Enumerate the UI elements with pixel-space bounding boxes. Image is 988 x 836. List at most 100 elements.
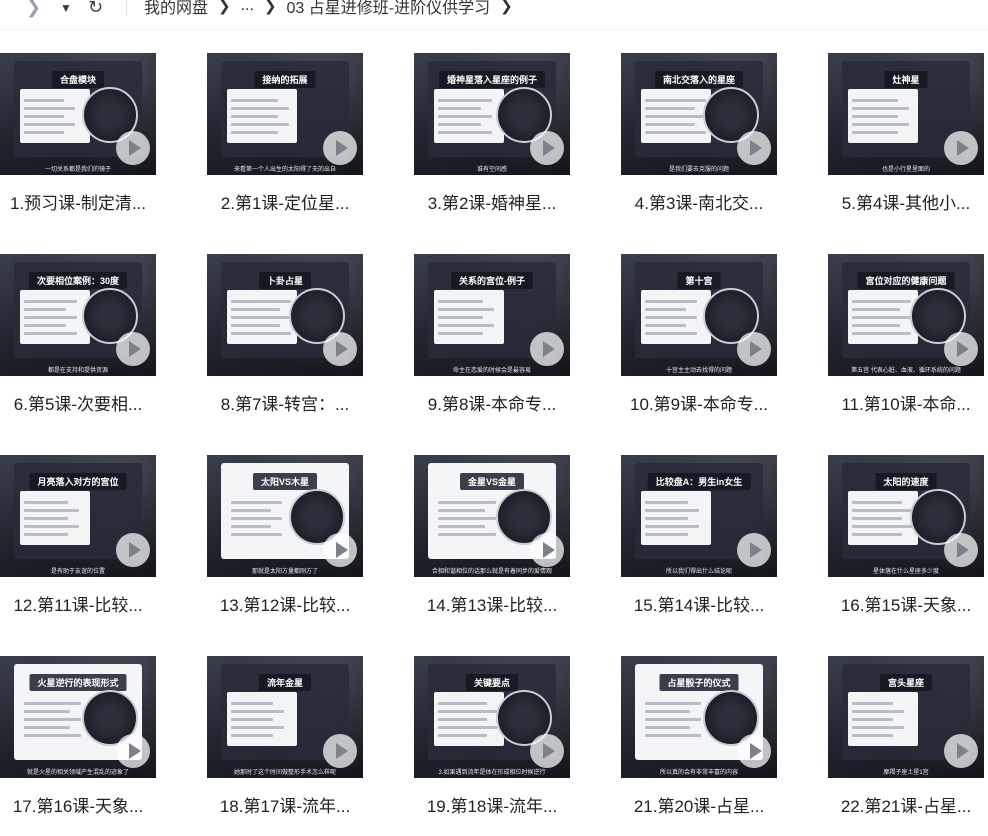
video-thumbnail[interactable]: 关键要点 3.如果遇到流年是体在形成相位时候逆行 [414, 656, 570, 778]
video-file-item[interactable]: 卜卦占星 8.第7课-转宫：... [207, 254, 363, 434]
play-icon[interactable] [737, 533, 771, 567]
video-file-item[interactable]: 比较盘A：男生in女生 所以我们得出什么结论呢 15.第14课-比较... [621, 455, 777, 635]
video-file-item[interactable]: 宫位对应的健康问题 第五宫 代表心脏、血液、循环系统的问题 11.第10课-本命..… [828, 254, 984, 434]
file-name[interactable]: 9.第8课-本命专... [404, 390, 580, 415]
chevron-right-icon: ❯ [218, 0, 231, 15]
video-file-item[interactable]: 月亮落入对方的宫位 是有助于友谊的位置 12.第11课-比较... [0, 455, 156, 635]
video-thumbnail[interactable]: 太阳的速度 星体落在什么星座多少度 [828, 455, 984, 577]
video-thumbnail[interactable]: 合盘模块 一切关系都是我们的镜子 [0, 53, 156, 175]
video-thumbnail[interactable]: 灶神星 也是小行星里面的 [828, 53, 984, 175]
video-thumbnail[interactable]: 婚神星落入星座的例子 谁有空间感 [414, 53, 570, 175]
video-thumbnail[interactable]: 占星骰子的仪式 所以真的会有非常丰富的内容 [621, 656, 777, 778]
video-file-item[interactable]: 灶神星 也是小行星里面的 5.第4课-其他小... [828, 53, 984, 233]
video-file-item[interactable]: 太阳的速度 星体落在什么星座多少度 16.第15课-天象... [828, 455, 984, 635]
video-thumbnail[interactable]: 次要相位案例：30度 都是在支持和提供资源 [0, 254, 156, 376]
play-icon[interactable] [530, 131, 564, 165]
video-file-item[interactable]: 流年金星 她那时了这个时间做整形手术怎么样呢 18.第17课-流年... [207, 656, 363, 836]
slide-title: 第十宫 [677, 272, 721, 289]
file-name[interactable]: 1.预习课-制定清... [0, 189, 166, 214]
play-icon[interactable] [116, 131, 150, 165]
video-file-item[interactable]: 太阳VS木星 那就是太阳方量都刚方了 13.第12课-比较... [207, 455, 363, 635]
slide-text-line [231, 509, 271, 512]
file-name[interactable]: 4.第3课-南北交... [611, 189, 787, 214]
file-name[interactable]: 8.第7课-转宫：... [197, 390, 373, 415]
file-name[interactable]: 12.第11课-比较... [0, 591, 166, 616]
slide-text-line [231, 107, 289, 110]
play-icon[interactable] [530, 533, 564, 567]
video-file-item[interactable]: 关键要点 3.如果遇到流年是体在形成相位时候逆行 19.第18课-流年... [414, 656, 570, 836]
refresh-icon[interactable]: ↻ [88, 0, 103, 16]
video-thumbnail[interactable]: 月亮落入对方的宫位 是有助于友谊的位置 [0, 455, 156, 577]
slide-title: 太阳的速度 [875, 473, 937, 490]
play-icon[interactable] [116, 332, 150, 366]
video-subtitle: 摩羯子座土星1宫 [883, 770, 929, 776]
video-thumbnail[interactable]: 南北交落入的星座 是我们要去克服的问题 [621, 53, 777, 175]
video-thumbnail[interactable]: 关系的宫位-例子 命主在恋爱的时候会是最容易 [414, 254, 570, 376]
video-file-item[interactable]: 次要相位案例：30度 都是在支持和提供资源 6.第5课-次要相... [0, 254, 156, 434]
video-file-item[interactable]: 金星VS金星 合相和谐相位的话那么就是有着同步的爱情观 14.第13课-比较... [414, 455, 570, 635]
video-file-item[interactable]: 南北交落入的星座 是我们要去克服的问题 4.第3课-南北交... [621, 53, 777, 233]
chevron-right-icon: ❯ [263, 0, 277, 15]
video-thumbnail[interactable]: 太阳VS木星 那就是太阳方量都刚方了 [207, 455, 363, 577]
play-icon[interactable] [323, 332, 357, 366]
video-thumbnail[interactable]: 火星逆行的表现形式 就是火星的相关领域产生混乱的迹象了 [0, 656, 156, 778]
file-name[interactable]: 2.第1课-定位星... [197, 189, 373, 214]
video-file-item[interactable]: 火星逆行的表现形式 就是火星的相关领域产生混乱的迹象了 17.第16课-天象... [0, 656, 156, 836]
video-file-item[interactable]: 宫头星座 摩羯子座土星1宫 22.第21课-占星... [828, 656, 984, 836]
play-icon[interactable] [323, 533, 357, 567]
video-file-item[interactable]: 第十宫 十宫主主动去找得的问题 10.第9课-本命专... [621, 254, 777, 434]
file-name[interactable]: 10.第9课-本命专... [611, 390, 787, 415]
play-icon[interactable] [323, 734, 357, 768]
slide-text-line [231, 501, 282, 504]
video-thumbnail[interactable]: 比较盘A：男生in女生 所以我们得出什么结论呢 [621, 455, 777, 577]
play-icon[interactable] [116, 734, 150, 768]
video-file-item[interactable]: 占星骰子的仪式 所以真的会有非常丰富的内容 21.第20课-占星... [621, 656, 777, 836]
file-name[interactable]: 3.第2课-婚神星... [404, 189, 580, 214]
play-icon[interactable] [944, 533, 978, 567]
play-icon[interactable] [530, 734, 564, 768]
slide-text-panel [848, 89, 918, 143]
file-name[interactable]: 5.第4课-其他小... [818, 189, 988, 214]
play-icon[interactable] [737, 332, 771, 366]
file-name[interactable]: 15.第14课-比较... [611, 591, 787, 616]
video-thumbnail[interactable]: 宫头星座 摩羯子座土星1宫 [828, 656, 984, 778]
play-icon[interactable] [944, 734, 978, 768]
file-name[interactable]: 21.第20课-占星... [611, 792, 787, 817]
breadcrumb-ellipsis[interactable]: ... [241, 0, 254, 15]
play-icon[interactable] [944, 131, 978, 165]
video-thumbnail[interactable]: 金星VS金星 合相和谐相位的话那么就是有着同步的爱情观 [414, 455, 570, 577]
video-thumbnail[interactable]: 第十宫 十宫主主动去找得的问题 [621, 254, 777, 376]
play-icon[interactable] [737, 131, 771, 165]
file-name[interactable]: 17.第16课-天象... [0, 792, 166, 817]
file-name[interactable]: 18.第17课-流年... [197, 792, 373, 817]
file-name[interactable]: 22.第21课-占星... [818, 792, 988, 817]
slide-title: 次要相位案例：30度 [28, 272, 128, 289]
video-thumbnail[interactable]: 接纳的拓展 来看第一个人出生的太阳得了夫的出自 [207, 53, 363, 175]
video-subtitle: 第五宫 代表心脏、血液、循环系统的问题 [851, 368, 961, 374]
play-icon[interactable] [116, 533, 150, 567]
chevron-left-icon[interactable]: ❯ [26, 0, 41, 16]
breadcrumb-current[interactable]: 03 占星进修班-进阶仪供学习 [287, 0, 491, 18]
play-icon[interactable] [737, 734, 771, 768]
play-icon[interactable] [323, 131, 357, 165]
file-name[interactable]: 13.第12课-比较... [197, 591, 373, 616]
video-file-item[interactable]: 关系的宫位-例子 命主在恋爱的时候会是最容易 9.第8课-本命专... [414, 254, 570, 434]
file-name[interactable]: 11.第10课-本命... [818, 390, 988, 415]
video-thumbnail[interactable]: 宫位对应的健康问题 第五宫 代表心脏、血液、循环系统的问题 [828, 254, 984, 376]
play-icon[interactable] [944, 332, 978, 366]
video-file-item[interactable]: 婚神星落入星座的例子 谁有空间感 3.第2课-婚神星... [414, 53, 570, 233]
slide-text-line [231, 308, 280, 311]
slide-title: 火星逆行的表现形式 [29, 674, 127, 691]
breadcrumb-root[interactable]: 我的网盘 [144, 0, 208, 18]
video-thumbnail[interactable]: 流年金星 她那时了这个时间做整形手术怎么样呢 [207, 656, 363, 778]
file-name[interactable]: 6.第5课-次要相... [0, 390, 166, 415]
play-icon[interactable] [530, 332, 564, 366]
file-name[interactable]: 14.第13课-比较... [404, 591, 580, 616]
video-file-item[interactable]: 接纳的拓展 来看第一个人出生的太阳得了夫的出自 2.第1课-定位星... [207, 53, 363, 233]
video-file-item[interactable]: 合盘模块 一切关系都是我们的镜子 1.预习课-制定清... [0, 53, 156, 233]
file-name[interactable]: 16.第15课-天象... [818, 591, 988, 616]
video-thumbnail[interactable]: 卜卦占星 [207, 254, 363, 376]
caret-down-icon[interactable]: ▼ [60, 0, 72, 17]
file-name[interactable]: 19.第18课-流年... [404, 792, 580, 817]
slide-text-line [852, 107, 909, 110]
